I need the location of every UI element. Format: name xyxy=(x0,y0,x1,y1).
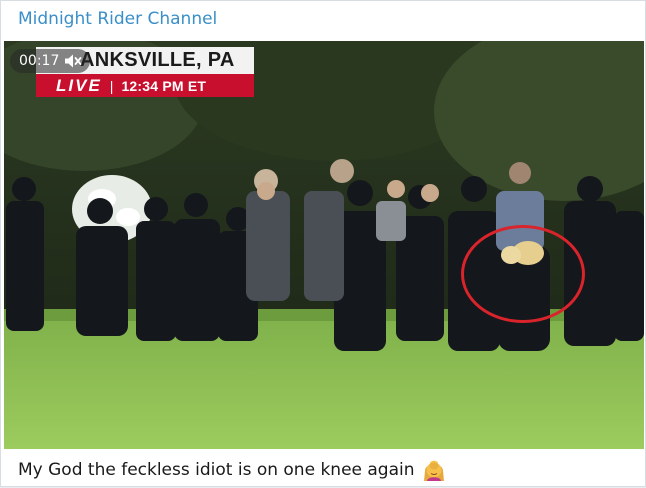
video-time-badge[interactable]: 00:17 xyxy=(10,49,91,73)
post-caption: My God the feckless idiot is on one knee… xyxy=(18,457,447,483)
caption-text: My God the feckless idiot is on one knee… xyxy=(18,460,415,480)
location-label: ANKSVILLE, PA xyxy=(80,49,235,71)
banner-separator: | xyxy=(109,77,114,94)
live-bar: LIVE | 12:34 PM ET xyxy=(36,74,254,97)
video-player[interactable]: ANKSVILLE, PA LIVE | 12:34 PM ET 00:17 xyxy=(4,41,644,449)
elapsed-time: 00:17 xyxy=(19,53,60,69)
broadcast-time: 12:34 PM ET xyxy=(121,77,207,94)
highlight-circle xyxy=(461,225,585,323)
woman-facepalming-icon xyxy=(421,457,447,483)
channel-name[interactable]: Midnight Rider Channel xyxy=(18,9,217,29)
message-card: Midnight Rider Channel ANKSVILLE, PA LIV… xyxy=(0,0,646,487)
live-label: LIVE xyxy=(56,75,102,95)
mute-icon[interactable] xyxy=(64,53,82,69)
